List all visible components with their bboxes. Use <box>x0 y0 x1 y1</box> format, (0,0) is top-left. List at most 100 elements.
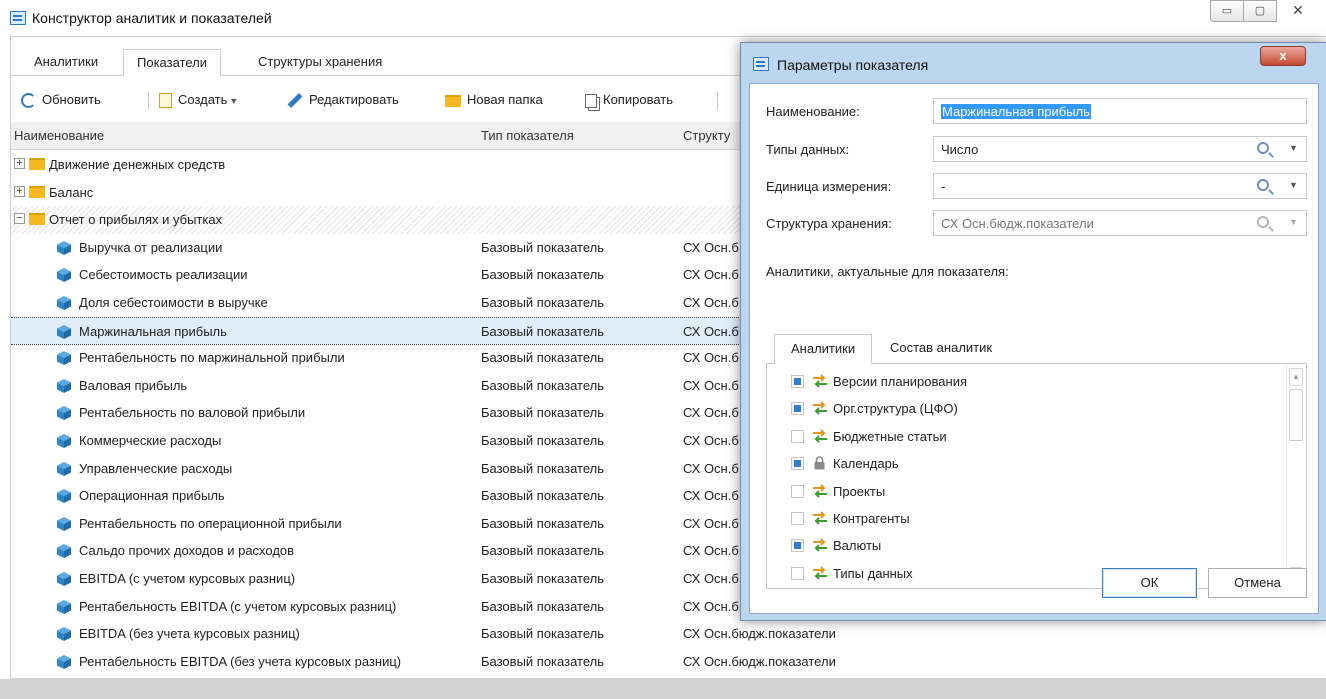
chevron-down-icon[interactable]: ▼ <box>1289 180 1298 190</box>
cube-icon <box>56 488 72 504</box>
indicator-storage: СХ Осн.б <box>683 598 739 614</box>
indicator-storage: СХ Осн.б <box>683 323 739 339</box>
cube-icon <box>56 324 72 340</box>
indicator-storage: СХ Осн.б <box>683 377 739 393</box>
indicator-name: Рентабельность по операционной прибыли <box>79 515 342 531</box>
analytics-checkbox[interactable] <box>791 457 804 471</box>
cube-icon <box>56 654 72 670</box>
indicator-name: Рентабельность по валовой прибыли <box>79 405 306 421</box>
cube-icon <box>56 240 72 256</box>
status-bar <box>0 679 1326 699</box>
expand-icon[interactable]: + <box>14 158 25 169</box>
indicator-name: Коммерческие расходы <box>79 433 222 448</box>
cube-icon <box>56 350 72 366</box>
table-row[interactable]: Рентабельность EBITDA (без учета курсовы… <box>11 648 1326 676</box>
collapse-icon[interactable]: − <box>14 213 25 225</box>
indicator-storage: СХ Осн.б <box>683 239 739 255</box>
indicator-type: Базовый показатель <box>481 488 604 504</box>
indicator-type: Базовый показатель <box>481 350 604 366</box>
tab-analytics[interactable]: Аналитики <box>21 49 111 76</box>
data-types-value: Число <box>941 142 979 157</box>
copy-button[interactable]: Копировать <box>585 90 673 110</box>
ok-button[interactable]: ОК <box>1102 568 1197 598</box>
toolbar-separator <box>717 92 718 110</box>
name-field[interactable]: Маржинальная прибыль <box>933 98 1307 124</box>
search-icon[interactable] <box>1257 142 1269 154</box>
analytics-checkbox[interactable] <box>791 539 804 553</box>
edit-button[interactable]: Редактировать <box>287 90 399 110</box>
cube-icon <box>56 433 72 449</box>
dialog-icon <box>753 57 769 71</box>
indicator-storage: СХ Осн.б <box>683 515 739 531</box>
arrows-icon <box>811 401 829 416</box>
dialog-title: Параметры показателя <box>777 57 929 73</box>
cube-icon <box>56 378 72 394</box>
title-bar: Конструктор аналитик и показателей ▭ ▢ ✕ <box>0 0 1326 36</box>
search-icon <box>1257 216 1269 228</box>
maximize-button[interactable]: ▢ <box>1243 0 1277 22</box>
analytics-checkbox[interactable] <box>791 402 804 416</box>
unit-field[interactable]: - ▼ <box>933 173 1307 199</box>
analytics-checkbox[interactable] <box>791 375 804 388</box>
tab-storage-structures[interactable]: Структуры хранения <box>245 49 395 76</box>
indicator-type: Базовый показатель <box>481 267 604 283</box>
tab-analytics-composition[interactable]: Состав аналитик <box>874 334 1008 364</box>
create-button[interactable]: Создать ▼ <box>159 90 246 110</box>
analytics-checkbox[interactable] <box>791 512 804 525</box>
data-types-field[interactable]: Число ▼ <box>933 136 1307 162</box>
cube-icon <box>56 405 72 421</box>
indicator-type: Базовый показатель <box>481 626 604 642</box>
storage-field: СХ Осн.бюдж.показатели ▼ <box>933 210 1307 236</box>
close-button[interactable]: ✕ <box>1276 0 1320 22</box>
indicator-storage: СХ Осн.б <box>683 295 739 310</box>
tab-analytics[interactable]: Аналитики <box>774 334 873 364</box>
close-icon: x <box>1279 48 1287 63</box>
indicator-storage: СХ Осн.б <box>683 488 739 504</box>
scroll-thumb[interactable] <box>1289 389 1303 441</box>
new-folder-button[interactable]: Новая папка <box>445 90 543 110</box>
search-icon[interactable] <box>1257 179 1269 191</box>
chevron-down-icon[interactable]: ▼ <box>229 96 238 106</box>
dialog-close-button[interactable]: x <box>1260 46 1306 66</box>
expand-icon[interactable]: + <box>14 185 25 197</box>
unit-value: - <box>941 179 946 194</box>
indicator-name: Операционная прибыль <box>79 488 225 504</box>
vertical-scrollbar[interactable]: ▲ ▼ <box>1286 365 1305 587</box>
minimize-button[interactable]: ▭ <box>1210 0 1244 22</box>
indicator-name: Управленческие расходы <box>79 460 233 476</box>
name-value: Маржинальная прибыль <box>941 104 1091 119</box>
indicator-storage: СХ Осн.б <box>683 571 739 586</box>
tab-indicators[interactable]: Показатели <box>123 49 221 76</box>
indicator-type: Базовый показатель <box>481 323 604 339</box>
dialog-body: Наименование: Маржинальная прибыль Типы … <box>749 83 1319 614</box>
indicator-type: Базовый показатель <box>481 377 604 393</box>
lock-icon <box>814 456 825 470</box>
unit-label: Единица измерения: <box>766 179 892 194</box>
cube-icon <box>56 599 72 615</box>
analytics-caption: Аналитики, актуальные для показателя: <box>766 264 1009 279</box>
chevron-down-icon[interactable]: ▼ <box>1289 143 1298 153</box>
table-row[interactable]: EBITDA (без учета курсовых разниц) Базовы… <box>11 620 1326 648</box>
cube-icon <box>56 516 72 532</box>
indicator-type: Базовый показатель <box>481 543 604 559</box>
analytics-checkbox[interactable] <box>791 484 804 498</box>
analytics-checkbox[interactable] <box>791 429 804 443</box>
refresh-button[interactable]: Обновить <box>21 90 101 110</box>
column-header-type[interactable]: Тип показателя <box>481 128 574 143</box>
folder-icon <box>29 158 45 170</box>
cube-icon <box>56 295 72 311</box>
storage-label: Структура хранения: <box>766 216 892 231</box>
indicator-storage: СХ Осн.б <box>683 405 739 421</box>
analytics-checkbox[interactable] <box>791 566 804 580</box>
cube-icon <box>56 267 72 283</box>
cube-icon <box>56 571 72 587</box>
indicator-type: Базовый показатель <box>481 515 604 531</box>
dialog-tabs: Аналитики Состав аналитик <box>766 334 1307 364</box>
indicator-type: Базовый показатель <box>481 571 604 586</box>
cancel-button[interactable]: Отмена <box>1208 568 1307 598</box>
column-header-name[interactable]: Наименование <box>14 128 104 143</box>
column-header-storage[interactable]: Структу <box>683 128 730 143</box>
indicator-storage: СХ Осн.бюдж.показатели <box>683 653 836 669</box>
scroll-up-button[interactable]: ▲ <box>1289 368 1303 386</box>
cube-icon <box>56 626 72 642</box>
